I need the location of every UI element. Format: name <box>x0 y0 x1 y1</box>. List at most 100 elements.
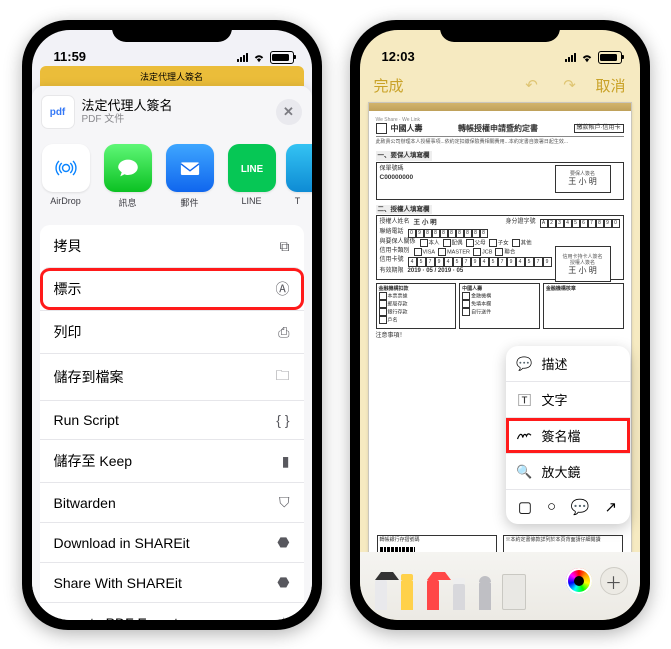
share-messages[interactable]: 訊息 <box>100 144 156 209</box>
action-label: 儲存至 Keep <box>54 451 133 471</box>
popup-label: 簽名檔 <box>542 426 581 445</box>
action-label: Download in SHAREit <box>54 535 190 551</box>
folder-icon: 🗀 <box>276 365 290 389</box>
mail-icon <box>166 144 214 192</box>
applicant-sign-slot: 要保人簽名 王 小 明 <box>555 165 611 193</box>
share-mail[interactable]: 郵件 <box>162 144 218 209</box>
document-form: We Share · We Link 中國人壽 轉帳授權申請暨約定書 繳款帳戶·… <box>369 111 631 348</box>
doc-photo-edge <box>369 103 631 111</box>
close-icon[interactable]: ✕ <box>276 99 302 125</box>
tool-pencil[interactable] <box>424 570 442 610</box>
file-title: 法定代理人簽名 <box>82 98 268 114</box>
action-label: Run Script <box>54 412 119 428</box>
pdfexpert-icon: ✦ <box>278 614 290 620</box>
cell-signal-icon <box>237 53 248 62</box>
auth-sign-value: 王 小 明 <box>568 266 596 276</box>
col-stamp: 金融機構核章 <box>543 283 624 329</box>
auth-name-label: 授權人姓名 <box>380 219 410 228</box>
share-line[interactable]: LINE LINE <box>224 144 280 209</box>
file-subtitle: PDF 文件 <box>82 114 268 126</box>
battery-icon <box>598 51 622 64</box>
action-label: 拷貝 <box>54 236 82 256</box>
doc-badge: 繳款帳戶·信用卡 <box>574 124 624 133</box>
section2-box: 授權人姓名 王 小 明 身分證字號 A234567890 聯絡電話 098888… <box>376 215 624 279</box>
shape-row: ▢ ○ 💬 ↗ <box>506 489 630 524</box>
note-label: 注意事項！ <box>376 333 624 340</box>
share-label: LINE <box>224 196 280 206</box>
relation-options: 本人配偶父母子女其他 <box>420 239 532 247</box>
popup-label: 描述 <box>542 354 568 373</box>
share-telegram-partial[interactable]: T <box>286 144 310 209</box>
tool-ruler[interactable] <box>502 570 524 610</box>
braces-icon: { } <box>276 412 289 428</box>
auth-id-cells: A234567890 <box>540 219 620 228</box>
action-label: 列印 <box>54 322 82 342</box>
policy-no-label: 保單號碼 <box>380 166 404 173</box>
undo-icon[interactable]: ↶ <box>519 73 543 97</box>
card-type-options: VISAMASTERJCB聯合 <box>414 248 516 256</box>
auth-name-value: 王 小 明 <box>414 219 437 228</box>
shield-icon: ⛉ <box>279 494 290 511</box>
screen-left: 11:59 法定代理人簽名 pdf 法定代理人簽名 PDF 文件 ✕ <box>32 30 312 620</box>
magnifier-icon: 🔍 <box>516 464 534 480</box>
popup-description[interactable]: 💬 描述 <box>506 346 630 381</box>
battery-icon <box>270 51 294 64</box>
shape-circle[interactable]: ○ <box>547 498 556 516</box>
relation-label: 與要保人關係 <box>380 239 416 247</box>
screen-right: 12:03 完成 ↶ ↷ 取消 We Share · We Link 中國人壽 <box>360 30 640 620</box>
notch <box>112 20 232 42</box>
tool-marker[interactable] <box>398 570 416 610</box>
popup-text[interactable]: 🅃 文字 <box>506 381 630 417</box>
popup-signature[interactable]: 簽名檔 <box>506 417 630 453</box>
add-button[interactable]: ＋ <box>600 567 628 595</box>
action-bitwarden[interactable]: Bitwarden ⛉ <box>40 482 304 522</box>
text-icon: 🅃 <box>516 390 534 409</box>
action-label: 標示 <box>54 279 82 299</box>
shape-speech[interactable]: 💬 <box>571 498 590 516</box>
status-time: 12:03 <box>382 49 415 64</box>
auth-id-label: 身分證字號 <box>505 219 535 228</box>
tool-eraser[interactable] <box>450 570 468 610</box>
status-time: 11:59 <box>54 49 87 64</box>
expiry-value: 2019 · 05 / 2019 · 05 <box>408 268 464 275</box>
color-picker-icon[interactable] <box>566 568 592 594</box>
card-type-label: 信用卡類別 <box>380 248 410 256</box>
telegram-icon <box>286 144 312 192</box>
action-print[interactable]: 列印 ⎙ <box>40 310 304 353</box>
action-run-script[interactable]: Run Script { } <box>40 400 304 439</box>
shape-arrow[interactable]: ↗ <box>604 498 617 516</box>
tool-lasso[interactable] <box>476 570 494 610</box>
shareit-icon: ⬣ <box>277 534 289 551</box>
doc-head: 中國人壽 轉帳授權申請暨約定書 繳款帳戶·信用卡 <box>376 123 624 137</box>
shape-square[interactable]: ▢ <box>518 498 532 516</box>
redo-icon[interactable]: ↷ <box>557 73 581 97</box>
tool-pen[interactable] <box>372 570 390 610</box>
three-col-section: 金融機構扣款 本票票據郵局存款銀行存款戶名 中國人壽 金融機構免填本欄自行送件 … <box>376 283 624 329</box>
action-label: Copy to PDF Expert <box>54 615 179 621</box>
action-download-shareit[interactable]: Download in SHAREit ⬣ <box>40 522 304 562</box>
action-share-shareit[interactable]: Share With SHAREit ⬣ <box>40 562 304 602</box>
cell-signal-icon <box>565 53 576 62</box>
done-button[interactable]: 完成 <box>374 75 404 96</box>
share-airdrop[interactable]: AirDrop <box>38 144 94 209</box>
action-copy-pdfexpert[interactable]: Copy to PDF Expert ✦ <box>40 602 304 620</box>
signature-icon <box>516 429 534 443</box>
popup-magnifier[interactable]: 🔍 放大鏡 <box>506 453 630 489</box>
wifi-icon <box>580 53 594 63</box>
action-save-to-files[interactable]: 儲存到檔案 🗀 <box>40 353 304 400</box>
line-icon: LINE <box>228 144 276 192</box>
phone-right: 12:03 完成 ↶ ↷ 取消 We Share · We Link 中國人壽 <box>350 20 650 630</box>
action-save-to-keep[interactable]: 儲存至 Keep ▮ <box>40 439 304 482</box>
shareit-icon: ⬣ <box>277 574 289 591</box>
auth-phone-cells: 0988888888 <box>408 229 488 238</box>
airdrop-icon <box>42 144 90 192</box>
share-sheet-header: pdf 法定代理人簽名 PDF 文件 ✕ <box>32 86 312 136</box>
status-right <box>237 51 294 64</box>
action-markup[interactable]: 標示 Ⓐ <box>40 267 304 310</box>
col-company: 中國人壽 金融機構免填本欄自行送件 <box>459 283 540 329</box>
share-targets-row[interactable]: AirDrop 訊息 郵件 LINE <box>32 136 312 219</box>
action-label: Share With SHAREit <box>54 575 182 591</box>
add-object-popup: 💬 描述 🅃 文字 簽名檔 🔍 放大鏡 ▢ ○ 💬 ↗ <box>506 346 630 524</box>
action-copy[interactable]: 拷貝 ⧉ <box>40 225 304 267</box>
cancel-button[interactable]: 取消 <box>595 75 625 96</box>
